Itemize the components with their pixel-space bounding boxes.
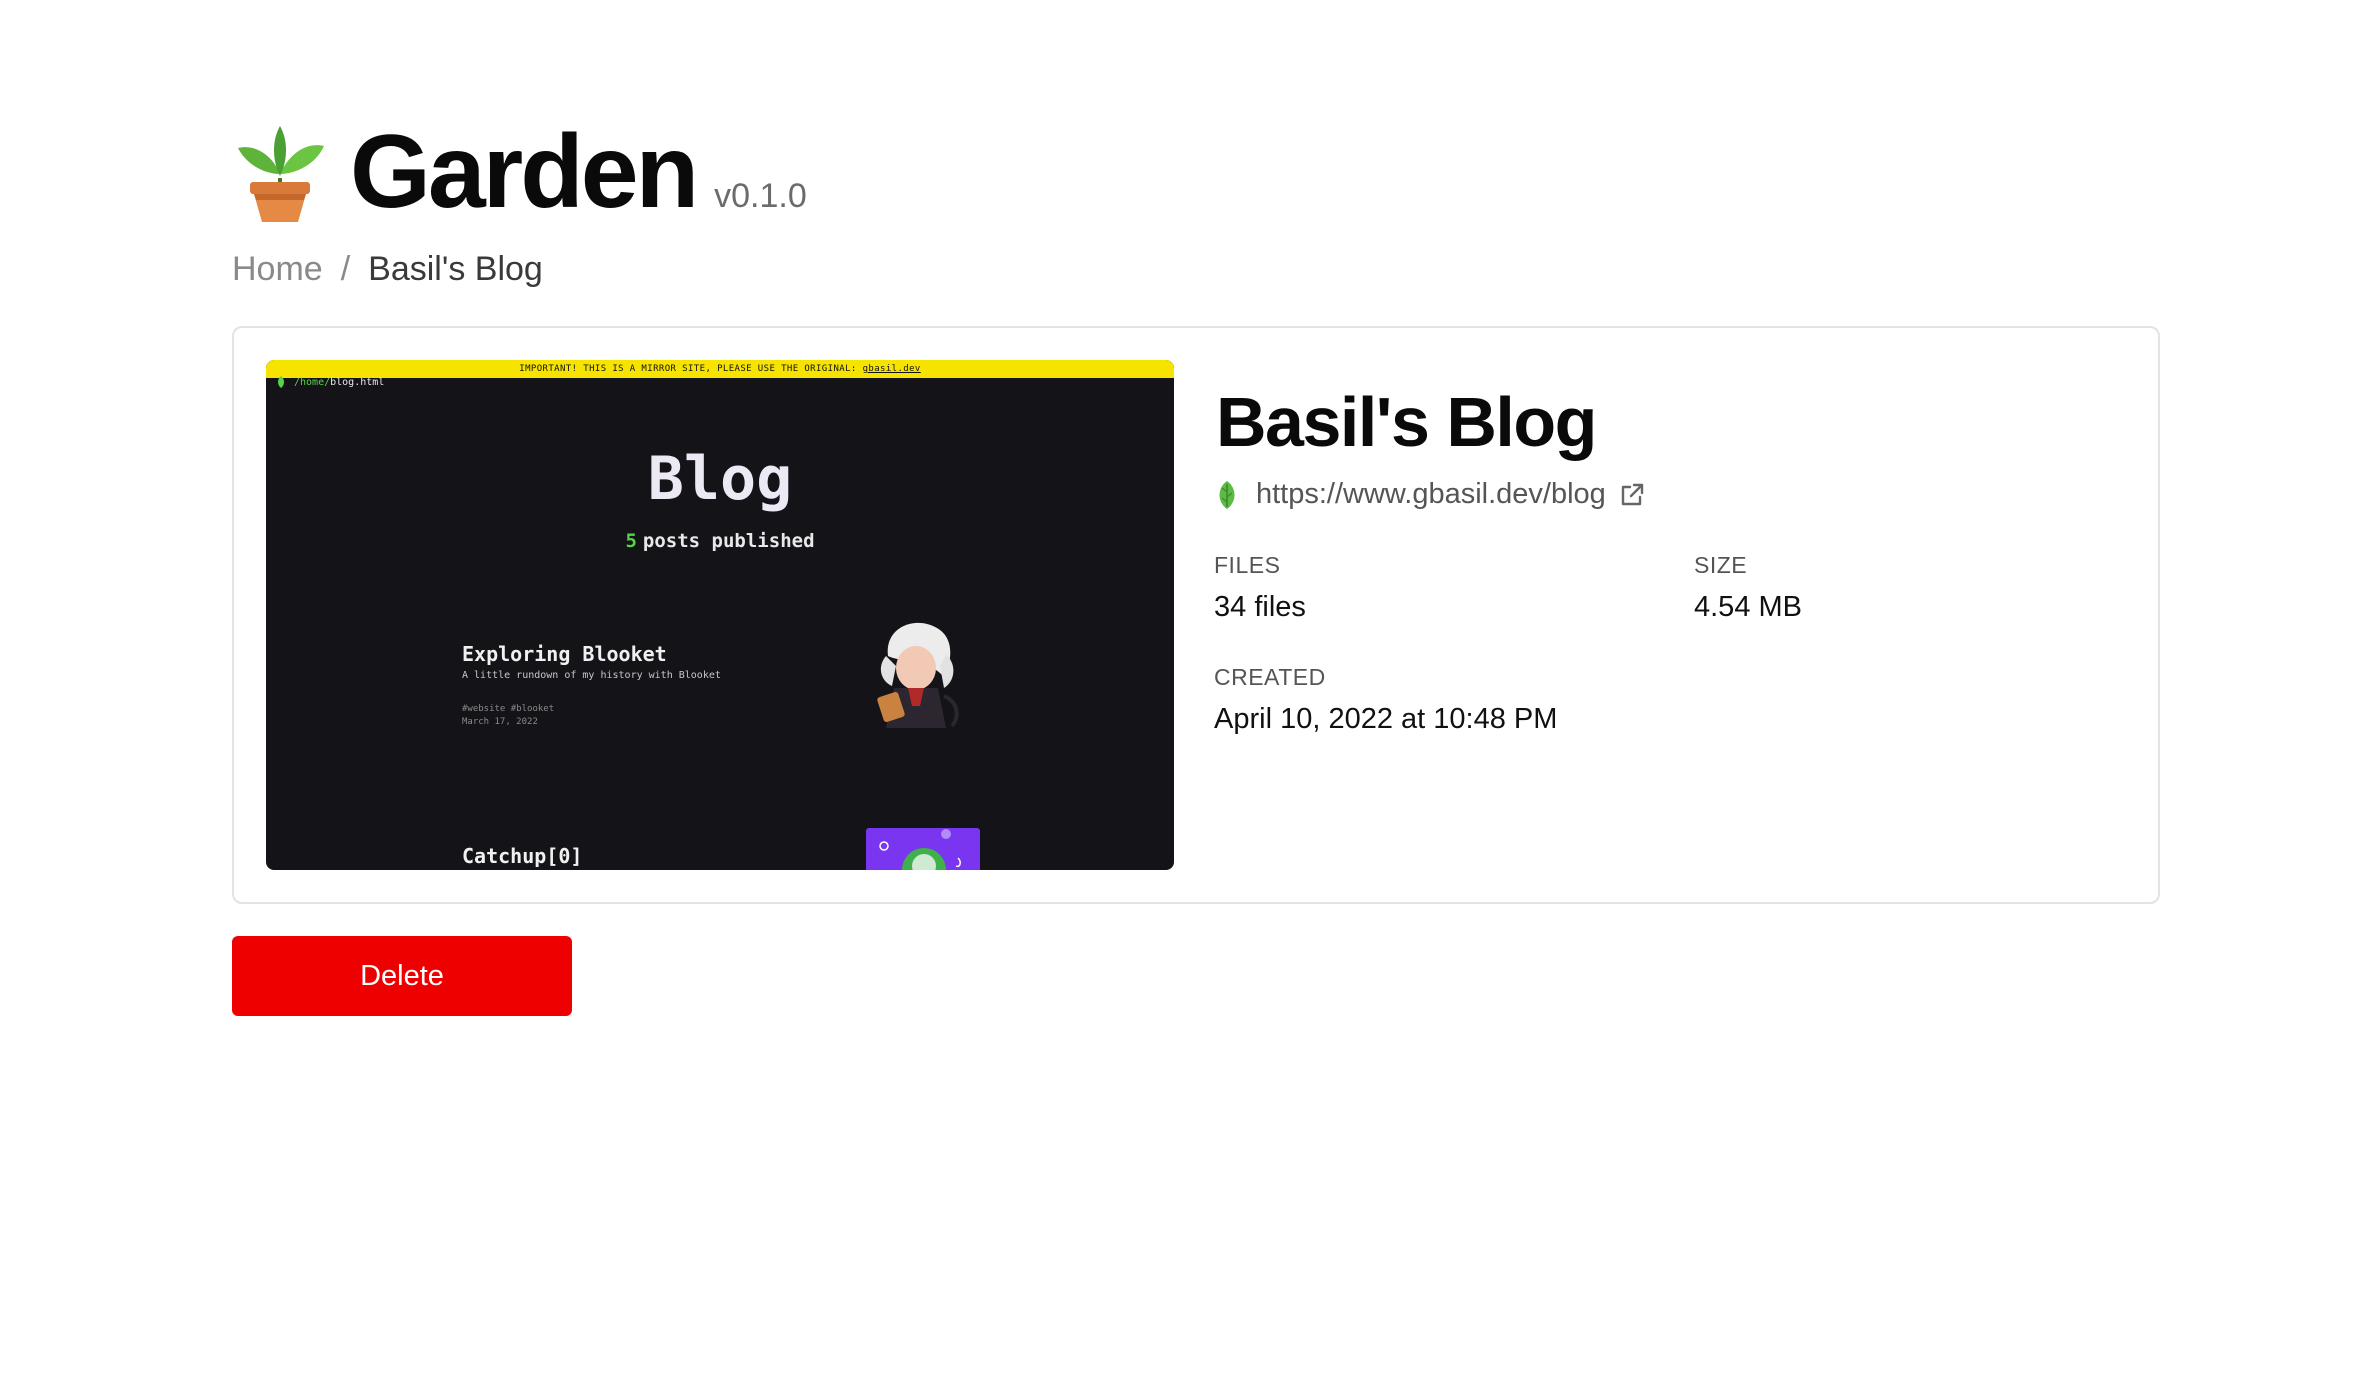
site-title: Basil's Blog — [1216, 383, 1597, 461]
preview-post-count-suffix: posts published — [642, 530, 815, 552]
preview-post2-title: Catchup[0] — [462, 844, 583, 868]
meta-files: FILES 34 files — [1214, 552, 1306, 624]
meta-created: CREATED April 10, 2022 at 10:48 PM — [1214, 664, 1557, 736]
site-url-link[interactable]: https://www.gbasil.dev/blog — [1256, 478, 1606, 511]
preview-post-count-number: 5 — [625, 530, 637, 552]
preview-post1-title: Exploring Blooket — [462, 642, 667, 666]
preview-post2-thumbnail-art — [879, 829, 961, 870]
app-version: v0.1.0 — [714, 177, 807, 215]
app-header: Garden v0.1.0 — [232, 120, 807, 224]
preview-post1-date: March 17, 2022 — [462, 717, 538, 727]
meta-created-label: CREATED — [1214, 664, 1326, 690]
potted-plant-icon — [238, 126, 324, 222]
preview-blog-title: Blog — [647, 444, 793, 514]
breadcrumb-separator: / — [340, 250, 351, 288]
preview-post-count: 5 posts published — [266, 530, 1174, 552]
leaf-icon — [1219, 480, 1235, 509]
site-meta-grid: FILES 34 files SIZE 4.54 MB CREATED Apri… — [1214, 552, 2114, 792]
page: Garden v0.1.0 Home / Basil's Blog IMPORT… — [0, 0, 2376, 1376]
preview-path-file: blog.html — [330, 376, 385, 388]
preview-mirror-banner: IMPORTANT! THIS IS A MIRROR SITE, PLEASE… — [266, 360, 1174, 378]
preview-path-home: /home/ — [294, 376, 331, 388]
preview-path: /home/ blog.html — [276, 376, 384, 388]
breadcrumb-current: Basil's Blog — [368, 250, 543, 288]
breadcrumb: Home / Basil's Blog — [232, 250, 543, 289]
site-url-row: https://www.gbasil.dev/blog — [1216, 478, 1646, 511]
preview-post1-tags: #website #blooket — [462, 704, 555, 714]
meta-created-value: April 10, 2022 at 10:48 PM — [1214, 703, 1558, 735]
preview-post1-description: A little rundown of my history with Bloo… — [462, 670, 721, 681]
meta-files-value: 34 files — [1214, 591, 1306, 623]
meta-files-label: FILES — [1214, 552, 1281, 578]
delete-button[interactable]: Delete — [232, 936, 572, 1016]
meta-size-value: 4.54 MB — [1694, 591, 1802, 623]
meta-size-label: SIZE — [1694, 552, 1748, 578]
preview-post1-avatar-image — [877, 622, 959, 728]
site-details: Basil's Blog https://www.gbasil.dev/blog — [1216, 380, 1646, 511]
breadcrumb-home-link[interactable]: Home — [232, 250, 323, 289]
site-screenshot-preview: IMPORTANT! THIS IS A MIRROR SITE, PLEASE… — [266, 360, 1174, 870]
app-title: Garden — [350, 114, 699, 230]
preview-post2-thumbnail — [866, 828, 980, 870]
meta-size: SIZE 4.54 MB — [1694, 552, 1802, 624]
preview-leaf-icon — [278, 376, 284, 388]
preview-banner-link: gbasil.dev — [862, 364, 921, 374]
external-link-icon[interactable] — [1618, 481, 1646, 509]
preview-banner-text: IMPORTANT! THIS IS A MIRROR SITE, PLEASE… — [519, 364, 857, 374]
